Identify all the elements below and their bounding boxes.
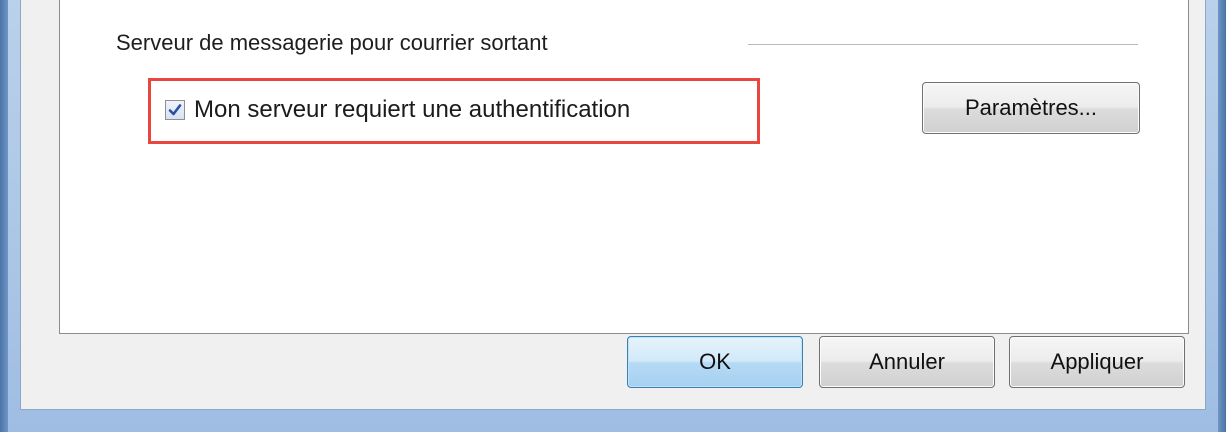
section-divider (748, 44, 1138, 45)
checkmark-icon (168, 104, 182, 116)
window-frame-left-edge (0, 0, 8, 432)
auth-required-label: Mon serveur requiert une authentificatio… (194, 96, 631, 123)
outgoing-server-section-title: Serveur de messagerie pour courrier sort… (116, 30, 548, 55)
auth-required-checkbox[interactable] (165, 100, 185, 120)
cancel-button[interactable]: Annuler (819, 336, 995, 388)
apply-button[interactable]: Appliquer (1009, 336, 1185, 388)
auth-required-checkbox-row[interactable]: Mon serveur requiert une authentificatio… (165, 92, 630, 128)
settings-button[interactable]: Paramètres... (922, 82, 1140, 134)
account-properties-dialog: Serveur de messagerie pour courrier sort… (20, 0, 1206, 410)
window-frame-right-edge (1218, 0, 1226, 432)
tab-panel: Serveur de messagerie pour courrier sort… (59, 0, 1189, 334)
ok-button[interactable]: OK (627, 336, 803, 388)
